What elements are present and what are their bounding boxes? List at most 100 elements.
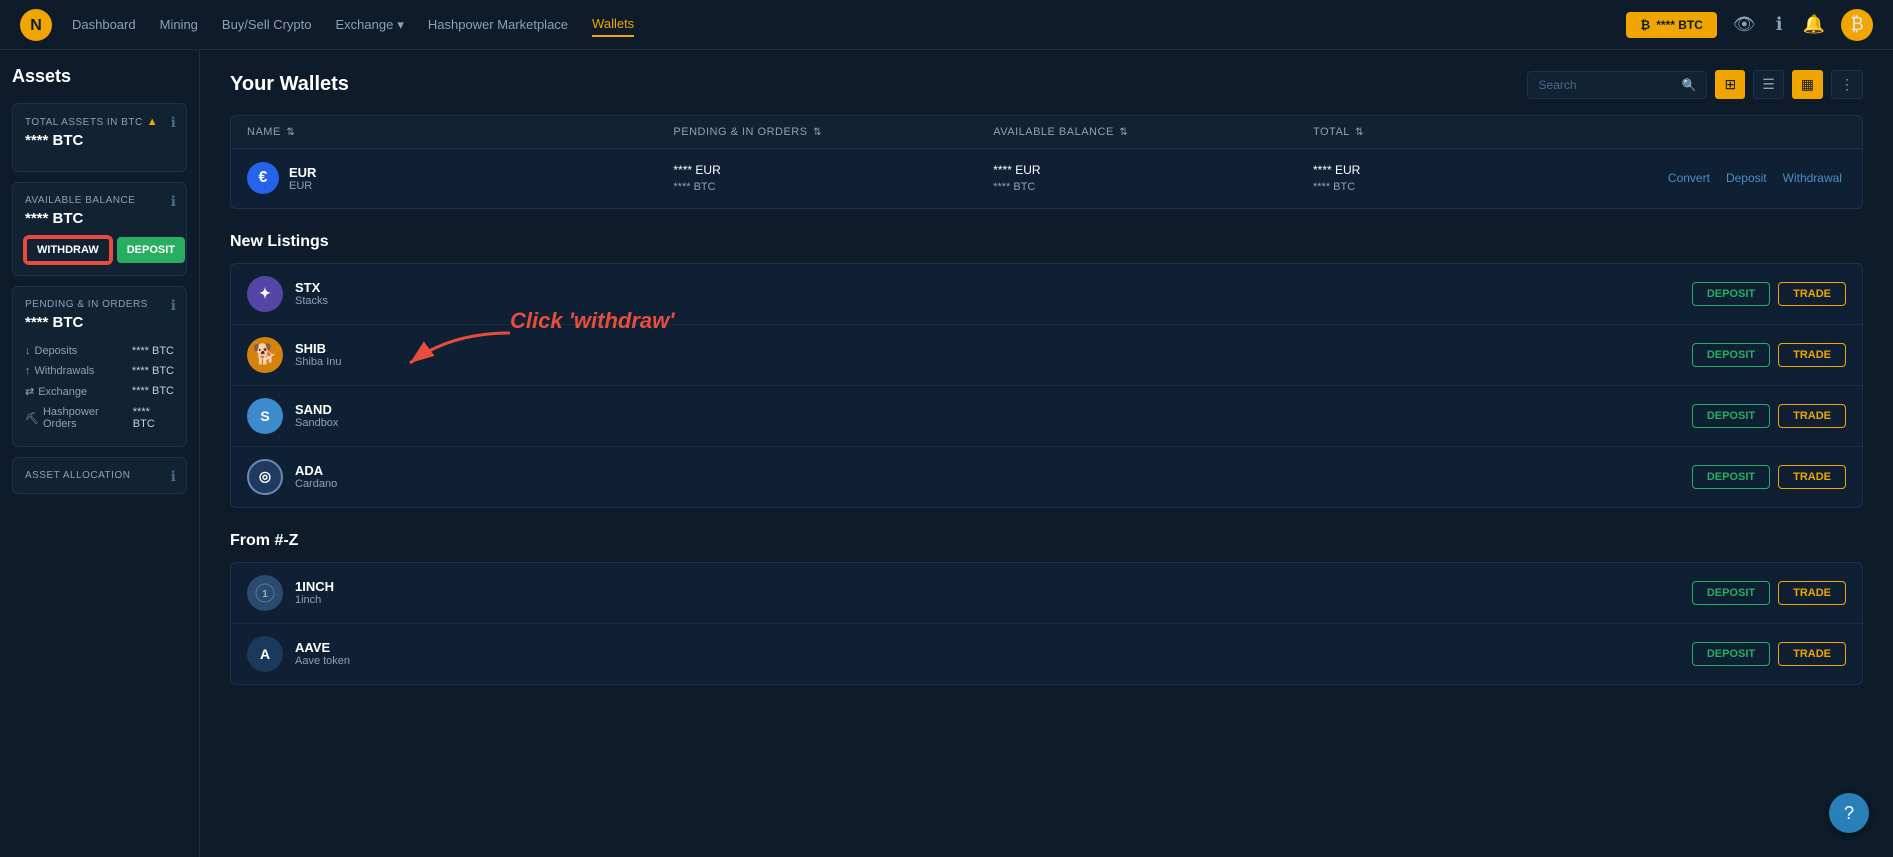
stx-text: STX Stacks [295,280,328,307]
ada-text: ADA Cardano [295,463,337,490]
ada-actions: DEPOSIT TRADE [1692,465,1846,489]
stx-name: STX [295,280,328,295]
withdrawal-arrow-icon: ↑ [25,365,31,377]
oneinch-actions: DEPOSIT TRADE [1692,581,1846,605]
ada-trade-button[interactable]: TRADE [1778,465,1846,489]
nav-exchange[interactable]: Exchange ▾ [336,13,404,37]
nav-mining[interactable]: Mining [160,13,198,36]
withdrawal-link[interactable]: Withdrawal [1779,171,1846,185]
help-button[interactable]: ? [1829,793,1869,833]
aave-coin-info: A AAVE Aave token [247,636,1692,672]
wallet-table: NAME ⇅ PENDING & IN ORDERS ⇅ AVAILABLE B… [230,115,1863,209]
oneinch-deposit-button[interactable]: DEPOSIT [1692,581,1770,605]
aave-trade-button[interactable]: TRADE [1778,642,1846,666]
more-options-button[interactable]: ⋮ [1831,70,1863,99]
new-listings-title: New Listings [230,233,1863,251]
nav-wallets[interactable]: Wallets [592,12,634,37]
stx-coin-icon: ✦ [247,276,283,312]
sidebar-title: Assets [12,66,187,87]
nav-buysell[interactable]: Buy/Sell Crypto [222,13,312,36]
info-icon-allocation[interactable]: ℹ [171,468,176,485]
sand-trade-button[interactable]: TRADE [1778,404,1846,428]
stx-trade-button[interactable]: TRADE [1778,282,1846,306]
bell-icon[interactable]: 🔔 [1799,10,1829,39]
oneinch-trade-button[interactable]: TRADE [1778,581,1846,605]
nav-dashboard[interactable]: Dashboard [72,13,136,36]
aave-deposit-button[interactable]: DEPOSIT [1692,642,1770,666]
search-input[interactable] [1538,78,1675,92]
nav-hashpower[interactable]: Hashpower Marketplace [428,13,568,36]
col-total: TOTAL ⇅ [1313,126,1633,138]
info-icon-balance[interactable]: ℹ [171,193,176,210]
withdraw-button[interactable]: WITHDRAW [25,237,111,263]
wallets-title: Your Wallets [230,73,349,96]
available-balance-value: **** BTC [25,210,174,227]
list-item: 🐕 SHIB Shiba Inu DEPOSIT TRADE [231,325,1862,386]
oneinch-name: 1INCH [295,579,334,594]
eye-slash-icon[interactable]: 👁 [1729,10,1760,39]
list-item: 1 1INCH 1inch DEPOSIT TRADE [231,563,1862,624]
ada-coin-info: ◎ ADA Cardano [247,459,1692,495]
compact-view-button[interactable]: ▦ [1792,70,1823,99]
sand-name: SAND [295,402,338,417]
pending-orders-value: **** BTC [25,314,174,331]
sidebar: Assets ℹ TOTAL ASSETS IN BTC ▲ **** BTC … [0,50,200,857]
exchange-icon: ⇄ [25,385,34,398]
btc-balance-button[interactable]: ₿ **** BTC [1626,12,1716,38]
ada-name: ADA [295,463,337,478]
info-circle-icon[interactable]: ℹ [1772,10,1787,39]
shib-sub: Shiba Inu [295,356,341,368]
aave-coin-icon: A [247,636,283,672]
list-item: A AAVE Aave token DEPOSIT TRADE [231,624,1862,684]
total-assets-card: ℹ TOTAL ASSETS IN BTC ▲ **** BTC [12,103,187,172]
from-az-table: 1 1INCH 1inch DEPOSIT TRADE A AAV [230,562,1863,685]
deposit-link[interactable]: Deposit [1722,171,1771,185]
asset-allocation-label: ASSET ALLOCATION [25,470,174,481]
list-item: S SAND Sandbox DEPOSIT TRADE [231,386,1862,447]
app-logo[interactable]: N [20,9,52,41]
eur-coin-info: EUR EUR [289,165,316,192]
aave-text: AAVE Aave token [295,640,350,667]
ada-deposit-button[interactable]: DEPOSIT [1692,465,1770,489]
shib-coin-icon: 🐕 [247,337,283,373]
list-view-button[interactable]: ☰ [1753,70,1784,99]
oneinch-coin-icon: 1 [247,575,283,611]
avatar[interactable]: ₿ [1841,9,1873,41]
chevron-down-icon: ▾ [397,17,404,33]
aave-name: AAVE [295,640,350,655]
list-item: ✦ STX Stacks DEPOSIT TRADE [231,264,1862,325]
col-available: AVAILABLE BALANCE ⇅ [993,126,1313,138]
eur-coin-sub: EUR [289,180,316,192]
shib-actions: DEPOSIT TRADE [1692,343,1846,367]
nav-links: Dashboard Mining Buy/Sell Crypto Exchang… [72,12,1626,37]
stx-sub: Stacks [295,295,328,307]
oneinch-text: 1INCH 1inch [295,579,334,606]
eur-coin-name: EUR [289,165,316,180]
shib-trade-button[interactable]: TRADE [1778,343,1846,367]
sand-deposit-button[interactable]: DEPOSIT [1692,404,1770,428]
search-icon: 🔍 [1682,78,1697,92]
pending-deposits-row: ↓ Deposits **** BTC [25,341,174,361]
stx-deposit-button[interactable]: DEPOSIT [1692,282,1770,306]
pending-hashpower-row: ⛏ Hashpower Orders **** BTC [25,402,174,434]
shib-deposit-button[interactable]: DEPOSIT [1692,343,1770,367]
info-icon-total[interactable]: ℹ [171,114,176,131]
col-actions [1633,126,1846,138]
ada-sub: Cardano [295,478,337,490]
wallets-controls: 🔍 ⊞ ☰ ▦ ⋮ [1527,70,1863,99]
table-row: € EUR EUR **** EUR **** BTC **** EUR ***… [231,149,1862,208]
pending-exchange-row: ⇄ Exchange **** BTC [25,381,174,402]
deposit-button[interactable]: DEPOSIT [117,237,185,263]
pending-orders-card: ℹ PENDING & IN ORDERS **** BTC ↓ Deposit… [12,286,187,447]
asset-allocation-card: ℹ ASSET ALLOCATION [12,457,187,494]
wallets-header: Your Wallets 🔍 ⊞ ☰ ▦ ⋮ [230,70,1863,99]
eur-available-cell: **** EUR **** BTC [993,161,1313,196]
main-layout: Assets ℹ TOTAL ASSETS IN BTC ▲ **** BTC … [0,50,1893,857]
oneinch-sub: 1inch [295,594,334,606]
grid-view-button[interactable]: ⊞ [1715,70,1745,99]
convert-link[interactable]: Convert [1664,171,1714,185]
shib-coin-info: 🐕 SHIB Shiba Inu [247,337,1692,373]
col-pending: PENDING & IN ORDERS ⇅ [673,126,993,138]
info-icon-pending[interactable]: ℹ [171,297,176,314]
stx-actions: DEPOSIT TRADE [1692,282,1846,306]
